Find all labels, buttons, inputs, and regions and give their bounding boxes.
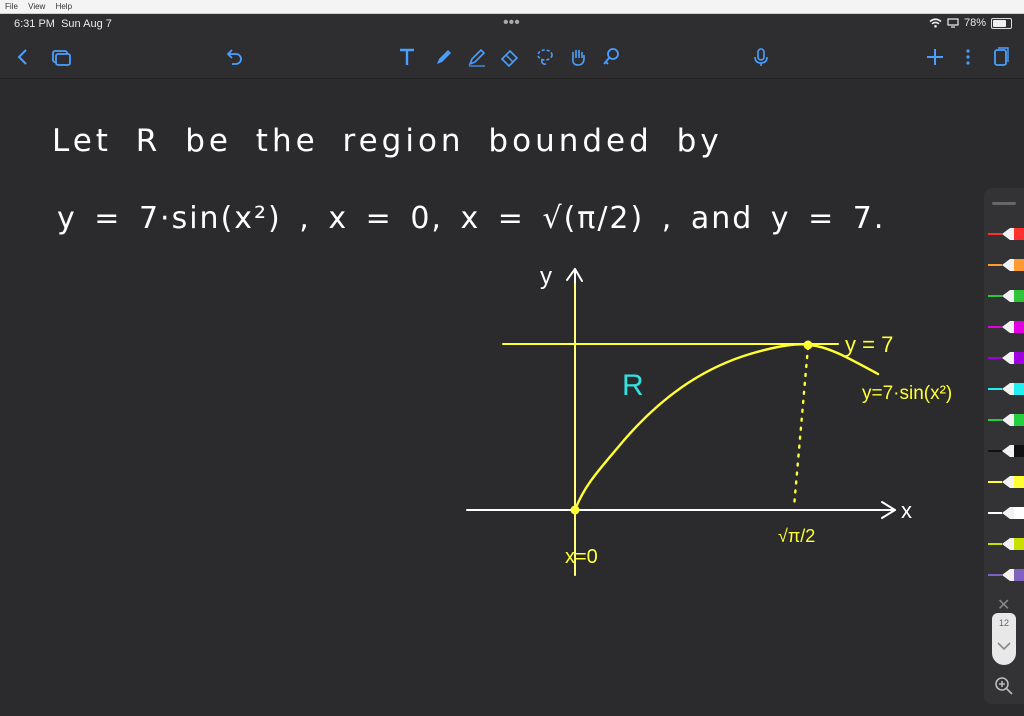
wifi-icon (929, 18, 942, 28)
origin-point (570, 505, 580, 515)
menu-view[interactable]: View (28, 2, 45, 11)
pen-color-4[interactable] (988, 318, 1024, 336)
status-time: 6:31 PM (14, 18, 55, 30)
x-tick-label: √π/2 (778, 526, 815, 546)
pages-view-icon[interactable] (988, 44, 1014, 70)
close-palette-icon[interactable]: ✕ (997, 595, 1010, 615)
x-axis-label: x (901, 498, 912, 523)
sine-curve (573, 343, 880, 512)
lasso-icon[interactable] (532, 44, 558, 70)
pen-color-3[interactable] (988, 287, 1024, 305)
graph: y x R y = 7 y=7·sin(x²) √π/2 x=0 (466, 263, 952, 576)
pen-color-9[interactable] (988, 473, 1024, 491)
battery-fill (993, 19, 1007, 27)
hand-icon[interactable] (565, 44, 591, 70)
battery-percent: 78% (963, 17, 986, 29)
intersection-point (803, 340, 813, 350)
status-bar: 6:31 PM Sun Aug 7 ••• 78% (0, 14, 1024, 36)
curve-label: y=7·sin(x²) (862, 383, 952, 404)
pen-color-11[interactable] (988, 535, 1024, 553)
pen-color-1[interactable] (988, 225, 1024, 243)
pen-tool-icon[interactable] (431, 44, 457, 70)
add-icon[interactable] (922, 44, 948, 70)
pen-color-12[interactable] (988, 566, 1024, 584)
battery-icon (991, 17, 1012, 29)
zoom-icon[interactable] (994, 676, 1014, 696)
microphone-icon[interactable] (748, 44, 774, 70)
link-icon[interactable] (598, 44, 624, 70)
back-icon[interactable] (10, 44, 36, 70)
pen-color-10[interactable] (988, 504, 1024, 522)
origin-label: x=0 (565, 546, 598, 568)
page-counter: 12 (992, 613, 1016, 665)
status-date: Sun Aug 7 (61, 18, 112, 30)
palette-grabber[interactable] (992, 202, 1016, 205)
pen-color-8[interactable] (988, 442, 1024, 460)
pen-palette: ✕ 12 (984, 188, 1024, 704)
pen-color-2[interactable] (988, 256, 1024, 274)
y-axis-label: y (540, 263, 552, 290)
menu-help[interactable]: Help (56, 2, 72, 11)
undo-icon[interactable] (221, 44, 247, 70)
multitasking-dots[interactable]: ••• (503, 14, 520, 32)
text-tool-icon[interactable] (394, 44, 420, 70)
region-label: R (622, 369, 644, 402)
status-right: 78% (929, 17, 1012, 29)
chevron-down-icon (997, 642, 1011, 651)
pages-icon[interactable] (48, 44, 74, 70)
menu-file[interactable]: File (5, 2, 18, 11)
screen-mirror-icon (947, 18, 959, 28)
page-count: 12 (998, 618, 1009, 628)
pen-color-6[interactable] (988, 380, 1024, 398)
status-datetime: 6:31 PM Sun Aug 7 (14, 18, 112, 30)
line-label: y = 7 (845, 332, 893, 357)
eraser-icon[interactable] (497, 44, 523, 70)
pen-color-5[interactable] (988, 349, 1024, 367)
dotted-x-line (792, 345, 810, 509)
more-icon[interactable] (955, 44, 981, 70)
menu-bar: File View Help (0, 0, 1024, 14)
highlighter-icon[interactable] (464, 44, 490, 70)
toolbar (0, 36, 1024, 79)
pen-color-7[interactable] (988, 411, 1024, 429)
note-canvas[interactable]: Let R be the region bounded by y = 7·sin… (0, 79, 1024, 716)
